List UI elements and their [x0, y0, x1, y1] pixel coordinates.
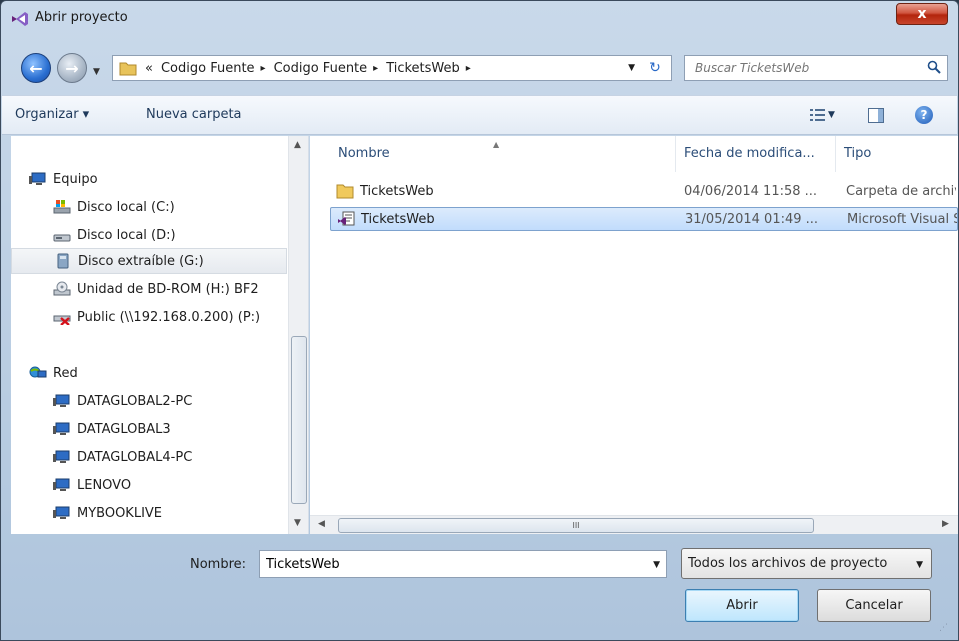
- organize-button[interactable]: Organizar ▾: [15, 107, 89, 122]
- scroll-right-arrow[interactable]: ▶: [942, 519, 949, 529]
- breadcrumb-separator[interactable]: ▸: [261, 63, 266, 74]
- sidebar-item-label: Red: [53, 365, 78, 381]
- file-name-field[interactable]: ▼: [259, 550, 667, 578]
- computer-icon: [53, 422, 70, 435]
- sidebar-item-label: Disco extraíble (G:): [78, 253, 204, 269]
- folder-icon: [336, 184, 354, 199]
- column-header-type[interactable]: Tipo: [836, 136, 958, 172]
- removable-drive-icon: [57, 253, 69, 269]
- preview-pane-icon[interactable]: [868, 108, 884, 123]
- sidebar-item-disco-g[interactable]: Disco extraíble (G:): [11, 248, 287, 274]
- close-button[interactable]: x: [896, 3, 948, 25]
- view-dropdown-arrow[interactable]: ▼: [828, 110, 835, 120]
- sidebar-item-label: Equipo: [53, 171, 98, 187]
- scrollbar-thumb[interactable]: III: [338, 518, 814, 533]
- breadcrumb-item[interactable]: Codigo Fuente: [161, 61, 255, 76]
- sort-ascending-icon: ▲: [493, 140, 500, 149]
- sidebar-item-label: LENOVO: [77, 477, 132, 493]
- computer-icon: [29, 172, 46, 185]
- view-options-icon[interactable]: [810, 108, 826, 122]
- help-icon[interactable]: ?: [915, 106, 933, 124]
- sidebar-item-label: Disco local (D:): [77, 227, 176, 243]
- forward-button[interactable]: →: [57, 53, 87, 83]
- sidebar-item-label: MYBOOKLIVE: [77, 505, 163, 521]
- command-toolbar: Organizar ▾ Nueva carpeta ▼ ?: [2, 95, 957, 135]
- recent-locations-dropdown[interactable]: ▼: [93, 67, 100, 77]
- search-input[interactable]: [685, 56, 915, 80]
- sidebar-item-equipo[interactable]: Equipo: [29, 166, 305, 192]
- computer-icon: [53, 506, 70, 519]
- navigation-pane: Equipo Disco local (C:) Disco local (D:)…: [11, 136, 309, 534]
- file-name-input[interactable]: [260, 555, 640, 573]
- computer-icon: [53, 478, 70, 491]
- cancel-button[interactable]: Cancelar: [817, 589, 931, 622]
- sidebar-item-label: DATAGLOBAL4-PC: [77, 449, 193, 465]
- sidebar-item-label: Unidad de BD-ROM (H:) BF2: [77, 281, 259, 297]
- arrow-left-icon: ←: [29, 58, 43, 78]
- vs-solution-icon: [338, 211, 355, 226]
- computer-icon: [53, 450, 70, 463]
- resize-grip-icon[interactable]: ⋰: [939, 623, 953, 637]
- breadcrumb-separator[interactable]: ▸: [373, 63, 378, 74]
- visual-studio-icon: [12, 12, 28, 26]
- network-drive-disconnected-icon: [53, 315, 71, 325]
- sidebar-item-label: DATAGLOBAL2-PC: [77, 393, 193, 409]
- file-name-label: Nombre:: [190, 557, 247, 572]
- back-button[interactable]: ←: [21, 53, 51, 83]
- sidebar-item-red[interactable]: Red: [29, 360, 305, 386]
- navigation-bar: ← → ▼ « Codigo Fuente ▸ Codigo Fuente ▸ …: [1, 43, 958, 85]
- chevron-down-icon: ▼: [916, 560, 923, 570]
- sidebar-scrollbar[interactable]: ▲ ▼: [288, 136, 308, 534]
- drive-icon: [53, 234, 71, 242]
- address-bar[interactable]: « Codigo Fuente ▸ Codigo Fuente ▸ Ticket…: [112, 55, 672, 81]
- file-type: Microsoft Visual Studio Solution: [847, 212, 957, 227]
- scroll-left-arrow[interactable]: ◀: [318, 519, 325, 529]
- scroll-up-arrow[interactable]: ▲: [294, 140, 301, 150]
- file-row[interactable]: TicketsWeb 04/06/2014 11:58 ... Carpeta …: [330, 180, 958, 204]
- new-folder-button[interactable]: Nueva carpeta: [146, 107, 242, 122]
- chevron-down-icon[interactable]: ▼: [628, 63, 635, 73]
- scrollbar-thumb[interactable]: [291, 336, 307, 504]
- drive-os-icon: [53, 200, 71, 214]
- breadcrumb-item[interactable]: Codigo Fuente: [274, 61, 368, 76]
- column-header-date[interactable]: Fecha de modifica...: [676, 136, 836, 172]
- computer-icon: [53, 394, 70, 407]
- file-type-filter[interactable]: Todos los archivos de proyecto ▼: [681, 548, 932, 579]
- scroll-down-arrow[interactable]: ▼: [294, 518, 301, 528]
- filter-value: Todos los archivos de proyecto: [688, 556, 888, 571]
- folder-icon: [119, 62, 137, 76]
- breadcrumb-overflow[interactable]: «: [145, 61, 153, 76]
- file-name: TicketsWeb: [361, 211, 435, 227]
- network-icon: [29, 366, 47, 378]
- open-project-dialog: Abrir proyecto x ← → ▼ « Codigo Fuente ▸…: [0, 0, 959, 641]
- file-date: 04/06/2014 11:58 ...: [684, 184, 818, 199]
- file-list: Nombre ▲ Fecha de modifica... Tipo Ticke…: [310, 136, 958, 534]
- file-type: Carpeta de archivos: [846, 184, 956, 199]
- breadcrumb-separator[interactable]: ▸: [466, 63, 471, 74]
- chevron-down-icon[interactable]: ▼: [653, 560, 660, 570]
- horizontal-scrollbar[interactable]: ◀ III ▶: [310, 515, 958, 534]
- refresh-icon[interactable]: ↻: [643, 58, 667, 78]
- window-title: Abrir proyecto: [35, 10, 128, 25]
- file-date: 31/05/2014 01:49 ...: [685, 212, 819, 227]
- sidebar-item-label: Disco local (C:): [77, 199, 175, 215]
- sidebar-item-label: DATAGLOBAL3: [77, 421, 171, 437]
- column-header-name[interactable]: Nombre: [330, 136, 676, 172]
- search-box[interactable]: [684, 55, 948, 81]
- search-icon[interactable]: [927, 60, 941, 74]
- breadcrumb-item[interactable]: TicketsWeb: [386, 61, 460, 76]
- file-row-selected[interactable]: TicketsWeb 31/05/2014 01:49 ... Microsof…: [330, 207, 958, 231]
- title-bar[interactable]: Abrir proyecto x: [1, 1, 958, 35]
- arrow-right-icon: →: [65, 58, 79, 78]
- sidebar-item-label: Public (\\192.168.0.200) (P:): [77, 309, 261, 325]
- file-name: TicketsWeb: [360, 183, 434, 199]
- optical-drive-icon: [53, 281, 71, 296]
- open-button[interactable]: Abrir: [685, 589, 799, 622]
